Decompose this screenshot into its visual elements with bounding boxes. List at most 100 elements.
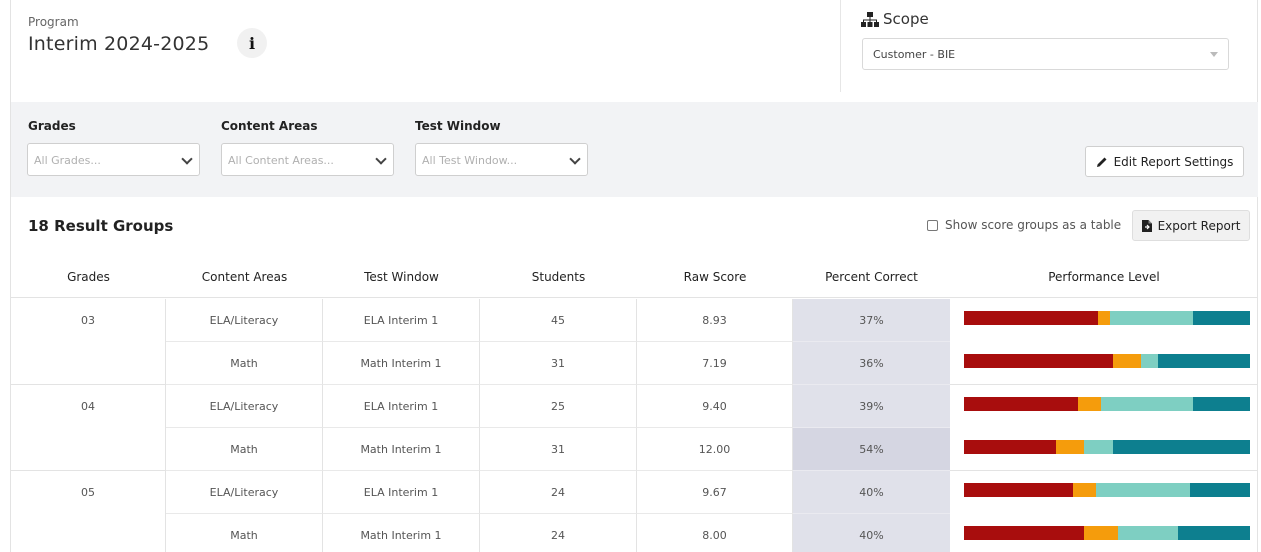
table-header: Grades Content Areas Test Window Student… — [11, 255, 1258, 298]
level-4-segment — [1189, 483, 1250, 497]
edit-report-settings-button[interactable]: Edit Report Settings — [1085, 146, 1244, 177]
header-divider — [840, 0, 841, 92]
level-2-segment — [1072, 483, 1096, 497]
level-3-segment — [1118, 526, 1179, 540]
header-raw-score: Raw Score — [683, 270, 747, 284]
students-cell: 24 — [480, 514, 637, 552]
students-cell: 25 — [480, 385, 637, 428]
percent-correct-cell: 37% — [793, 299, 950, 342]
content-areas-select[interactable]: All Content Areas... — [221, 143, 394, 176]
grade-cell: 05 — [11, 471, 166, 514]
table-row: 05 ELA/Literacy ELA Interim 1 24 9.67 40… — [11, 471, 1258, 514]
table-row: Math Math Interim 1 31 7.19 36% — [11, 342, 1258, 385]
table-row: 04 ELA/Literacy ELA Interim 1 25 9.40 39… — [11, 385, 1258, 428]
header-percent-correct: Percent Correct — [825, 270, 918, 284]
percent-correct-cell: 36% — [793, 342, 950, 385]
level-2-segment — [1112, 354, 1142, 368]
header-students: Students — [531, 270, 586, 284]
caret-down-icon — [1210, 52, 1218, 57]
performance-level-bar[interactable] — [964, 354, 1250, 368]
percent-correct-cell: 39% — [793, 385, 950, 428]
grade-cell: 04 — [11, 385, 166, 428]
level-1-segment — [964, 354, 1113, 368]
table-row: 03 ELA/Literacy ELA Interim 1 45 8.93 37… — [11, 299, 1258, 342]
grade-cell — [11, 514, 166, 552]
export-report-label: Export Report — [1157, 218, 1241, 233]
students-cell: 31 — [480, 342, 637, 385]
raw-score-cell: 8.00 — [637, 514, 793, 552]
percent-correct-cell: 54% — [793, 428, 950, 471]
grade-cell — [11, 428, 166, 471]
test-window-cell: ELA Interim 1 — [323, 299, 480, 342]
chevron-down-icon — [375, 153, 387, 165]
grades-select[interactable]: All Grades... — [27, 143, 200, 176]
students-cell: 31 — [480, 428, 637, 471]
level-4-segment — [1112, 440, 1250, 454]
level-4-segment — [1178, 526, 1250, 540]
level-2-segment — [1055, 440, 1085, 454]
program-label: Program — [28, 15, 79, 29]
grades-placeholder: All Grades... — [34, 154, 101, 167]
scope-title: Scope — [861, 10, 929, 28]
chevron-down-icon — [181, 153, 193, 165]
level-1-segment — [964, 526, 1085, 540]
level-3-segment — [1141, 354, 1159, 368]
performance-level-bar[interactable] — [964, 397, 1250, 411]
raw-score-cell: 12.00 — [637, 428, 793, 471]
level-1-segment — [964, 440, 1056, 454]
performance-level-bar[interactable] — [964, 440, 1250, 454]
filter-bar: Grades All Grades... Content Areas All C… — [11, 102, 1258, 197]
level-1-segment — [964, 483, 1073, 497]
export-report-button[interactable]: Export Report — [1132, 210, 1250, 241]
grade-cell: 03 — [11, 299, 166, 342]
score-groups-toggle[interactable]: Show score groups as a table — [927, 218, 1121, 232]
students-cell: 45 — [480, 299, 637, 342]
edit-report-settings-label: Edit Report Settings — [1113, 154, 1234, 169]
performance-level-bar[interactable] — [964, 311, 1250, 325]
level-3-segment — [1109, 311, 1193, 325]
level-4-segment — [1192, 397, 1250, 411]
content-area-cell: Math — [166, 428, 323, 471]
level-2-segment — [1084, 526, 1119, 540]
percent-correct-cell: 40% — [793, 514, 950, 552]
test-window-cell: ELA Interim 1 — [323, 471, 480, 514]
level-3-segment — [1101, 397, 1193, 411]
header-test-window: Test Window — [364, 270, 439, 284]
level-4-segment — [1158, 354, 1250, 368]
level-3-segment — [1084, 440, 1113, 454]
grade-cell — [11, 342, 166, 385]
scope-selected-value: Customer - BIE — [873, 48, 956, 61]
level-1-segment — [964, 397, 1079, 411]
header-grades: Grades — [67, 270, 110, 284]
level-1-segment — [964, 311, 1099, 325]
content-areas-label: Content Areas — [221, 119, 318, 133]
checkbox[interactable] — [927, 219, 938, 231]
performance-level-bar[interactable] — [964, 526, 1250, 540]
test-window-cell: Math Interim 1 — [323, 428, 480, 471]
score-groups-toggle-label: Show score groups as a table — [945, 218, 1122, 232]
header-content-areas: Content Areas — [201, 270, 288, 284]
students-cell: 24 — [480, 471, 637, 514]
content-area-cell: ELA/Literacy — [166, 385, 323, 428]
test-window-select[interactable]: All Test Window... — [415, 143, 588, 176]
raw-score-cell: 9.40 — [637, 385, 793, 428]
level-2-segment — [1098, 311, 1110, 325]
performance-level-bar[interactable] — [964, 483, 1250, 497]
program-name: Interim 2024-2025 — [28, 33, 210, 55]
content-area-cell: ELA/Literacy — [166, 299, 323, 342]
scope-title-text: Scope — [883, 10, 929, 28]
test-window-cell: ELA Interim 1 — [323, 385, 480, 428]
info-icon[interactable]: i — [237, 28, 267, 58]
test-window-placeholder: All Test Window... — [422, 154, 518, 167]
content-areas-placeholder: All Content Areas... — [228, 154, 334, 167]
chevron-down-icon — [569, 153, 581, 165]
percent-correct-cell: 40% — [793, 471, 950, 514]
table-row: Math Math Interim 1 24 8.00 40% — [11, 514, 1258, 552]
scope-select[interactable]: Customer - BIE — [862, 38, 1229, 70]
raw-score-cell: 7.19 — [637, 342, 793, 385]
test-window-label: Test Window — [415, 119, 501, 133]
sitemap-icon — [861, 11, 879, 27]
table-row: Math Math Interim 1 31 12.00 54% — [11, 428, 1258, 471]
test-window-cell: Math Interim 1 — [323, 514, 480, 552]
level-3-segment — [1095, 483, 1190, 497]
